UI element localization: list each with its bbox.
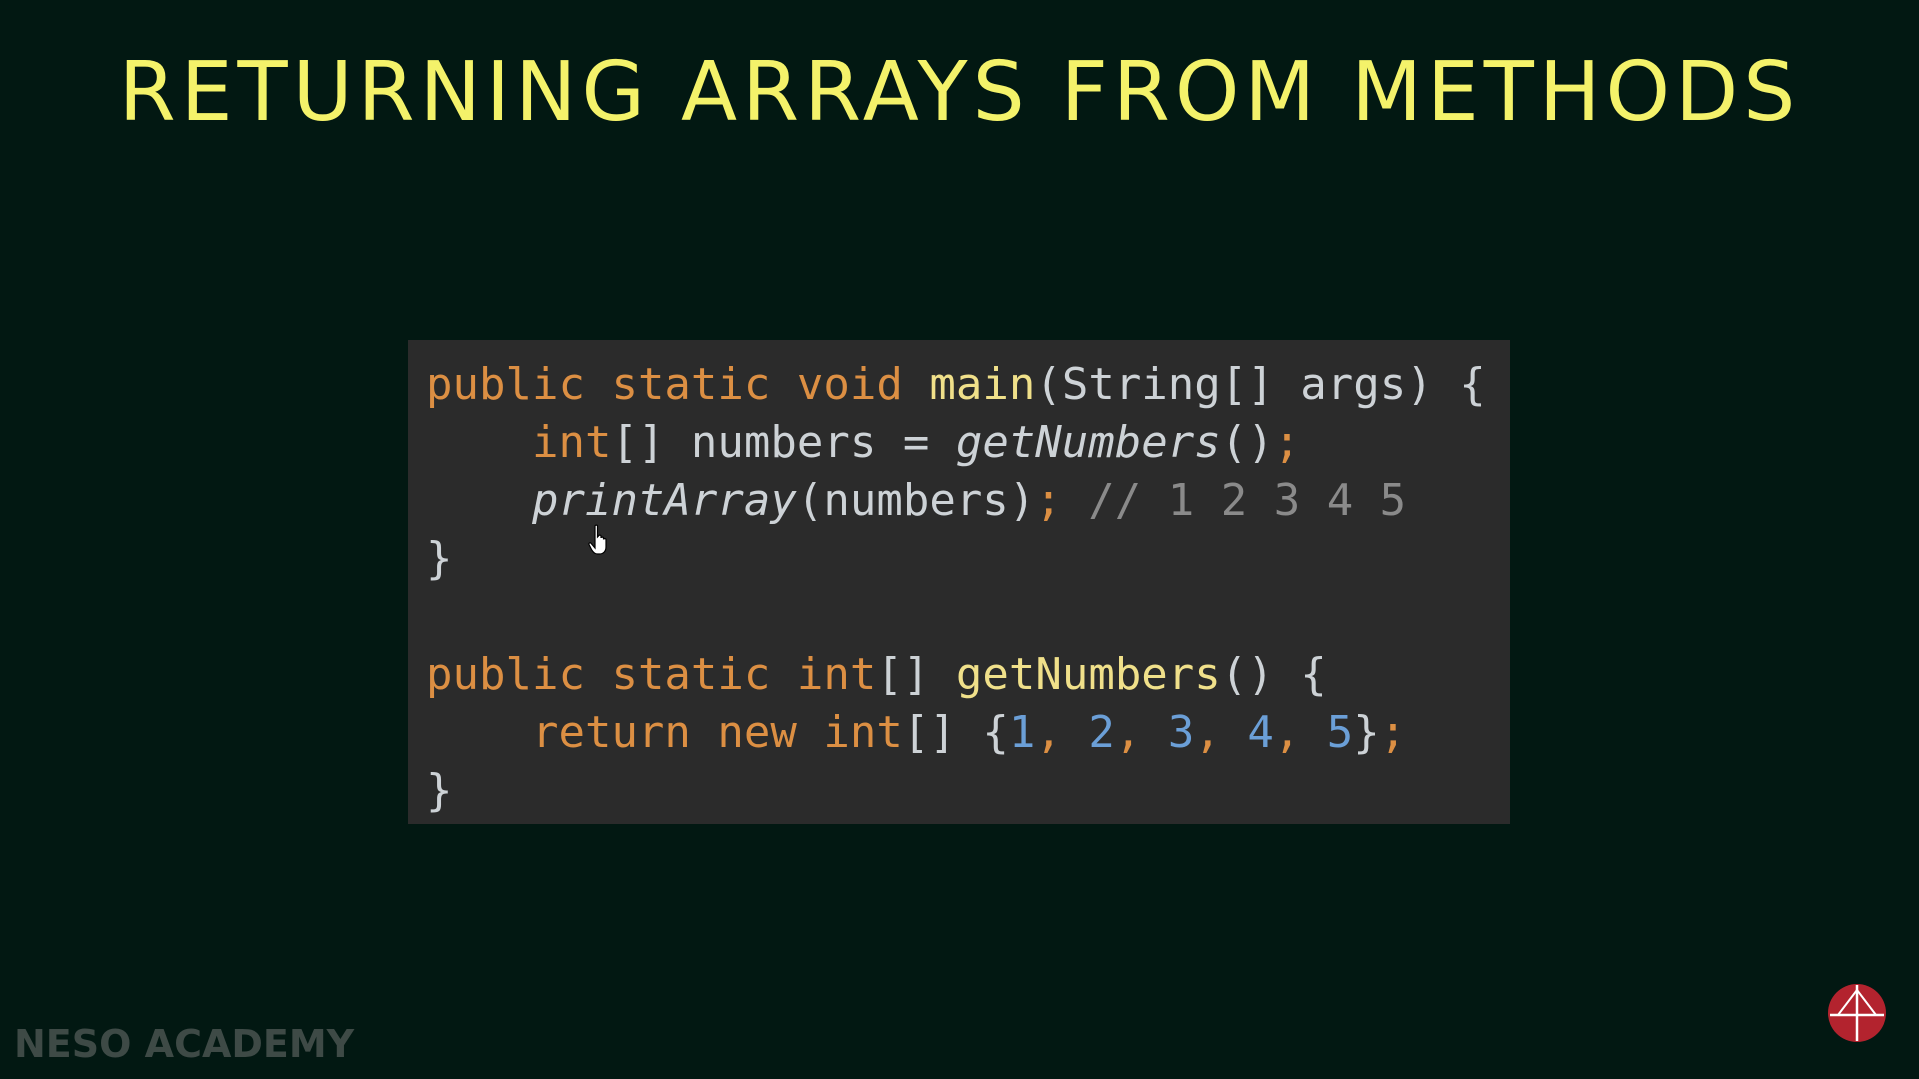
- keyword-new: new: [717, 707, 797, 758]
- keyword-return: return: [531, 707, 691, 758]
- call-getnumbers: getNumbers: [955, 417, 1221, 468]
- separator: ,: [1194, 707, 1248, 758]
- array-initializer-close: }: [1353, 707, 1380, 758]
- keyword-int: int: [796, 649, 877, 700]
- declaration-text: [] numbers =: [611, 417, 956, 468]
- call-args: (numbers): [796, 475, 1036, 526]
- keyword-public: public: [426, 649, 585, 700]
- closing-brace: }: [426, 533, 453, 584]
- code-comment: // 1 2 3 4 5: [1061, 475, 1407, 526]
- number-literal: 1: [1008, 707, 1036, 758]
- keyword-int: int: [531, 417, 612, 468]
- number-literal: 5: [1326, 707, 1354, 758]
- number-literal: 4: [1247, 707, 1274, 758]
- call-parens: (): [1220, 417, 1274, 468]
- slide-title: RETURNING ARRAYS FROM METHODS: [118, 45, 1801, 140]
- method-name-main: main: [929, 359, 1036, 410]
- main-signature-rest: (String[] args) {: [1035, 359, 1486, 410]
- number-literal: 2: [1088, 707, 1115, 758]
- semicolon: ;: [1379, 707, 1407, 758]
- code-line-3: printArray(numbers); // 1 2 3 4 5: [426, 472, 1492, 530]
- neso-academy-watermark: NESO ACADEMY: [14, 1022, 355, 1066]
- code-line-2: int[] numbers = getNumbers();: [426, 414, 1492, 472]
- keyword-void: void: [796, 359, 903, 410]
- neso-academy-logo-icon: [1828, 984, 1886, 1042]
- hand-pointer-cursor-icon: [588, 524, 607, 555]
- separator: ,: [1273, 707, 1327, 758]
- getnumbers-signature-rest: () {: [1220, 649, 1327, 700]
- keyword-static: static: [611, 649, 771, 700]
- code-block: public static void main(String[] args) {…: [408, 340, 1510, 824]
- keyword-int: int: [823, 707, 903, 758]
- keyword-public: public: [426, 359, 585, 410]
- closing-brace: }: [426, 765, 453, 816]
- separator: ,: [1114, 707, 1168, 758]
- array-initializer-open: [] {: [902, 707, 1009, 758]
- call-printarray: printArray: [531, 475, 797, 526]
- code-line-6: public static int[] getNumbers() {: [426, 646, 1492, 704]
- slide: RETURNING ARRAYS FROM METHODS public sta…: [0, 0, 1919, 1079]
- number-literal: 3: [1167, 707, 1195, 758]
- semicolon: ;: [1273, 417, 1301, 468]
- code-line-4: }: [426, 530, 1492, 588]
- separator: ,: [1035, 707, 1089, 758]
- code-line-1: public static void main(String[] args) {: [426, 356, 1492, 414]
- array-brackets: []: [876, 649, 956, 700]
- keyword-static: static: [611, 359, 771, 410]
- method-name-getnumbers: getNumbers: [955, 649, 1221, 700]
- semicolon: ;: [1035, 475, 1062, 526]
- code-line-8: }: [426, 762, 1492, 820]
- code-line-7: return new int[] {1, 2, 3, 4, 5};: [426, 704, 1492, 762]
